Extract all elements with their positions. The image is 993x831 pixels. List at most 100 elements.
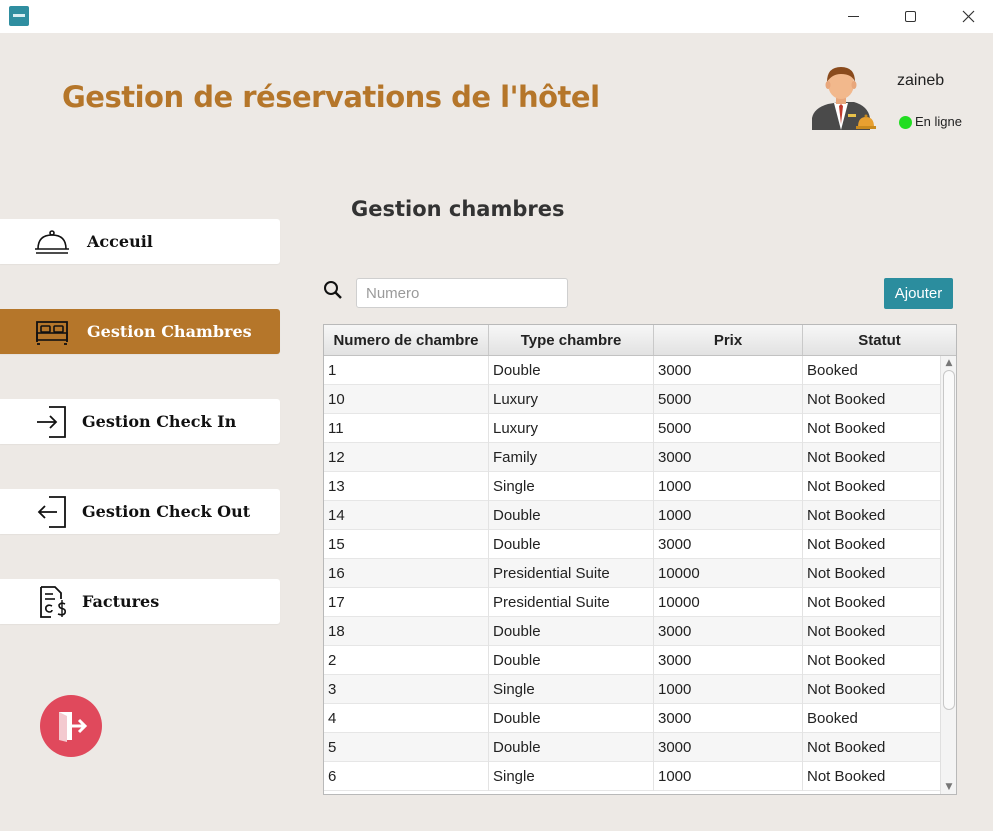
sidebar-item-gestion-check-out[interactable]: Gestion Check Out — [0, 489, 280, 534]
table-row[interactable]: 5 Double 3000 Not Booked — [324, 733, 940, 762]
window-titlebar — [0, 0, 993, 33]
cell-prix: 3000 — [654, 443, 803, 472]
table-row[interactable]: 17 Presidential Suite 10000 Not Booked — [324, 588, 940, 617]
cell-type: Family — [489, 443, 654, 472]
table-row[interactable]: 12 Family 3000 Not Booked — [324, 443, 940, 472]
logout-button[interactable] — [40, 695, 102, 757]
logout-door-icon — [59, 712, 88, 742]
service-bell-icon — [34, 225, 70, 259]
cell-type: Single — [489, 675, 654, 704]
cell-prix: 3000 — [654, 530, 803, 559]
cell-type: Double — [489, 356, 654, 385]
sidebar-item-gestion-check-in[interactable]: Gestion Check In — [0, 399, 280, 444]
cell-numero: 4 — [324, 704, 489, 733]
cell-statut: Not Booked — [807, 449, 886, 466]
table-row[interactable]: 14 Double 1000 Not Booked — [324, 501, 940, 530]
table-body: 1 Double 3000 Booked 10 Luxury 5000 Not Booked 1… — [324, 356, 940, 791]
cell-statut: Not Booked — [807, 623, 886, 640]
sidebar-item-label: Gestion Chambres — [87, 322, 252, 341]
cell-statut: Not Booked — [807, 507, 886, 524]
cell-numero: 2 — [324, 646, 489, 675]
close-button[interactable] — [945, 0, 991, 33]
cell-prix: 3000 — [654, 733, 803, 762]
cell-type: Double — [489, 646, 654, 675]
cell-statut: Not Booked — [807, 652, 886, 669]
cell-prix: 3000 — [654, 704, 803, 733]
cell-numero: 6 — [324, 762, 489, 791]
add-room-button[interactable]: Ajouter — [884, 278, 953, 309]
app-title: Gestion de réservations de l'hôtel — [62, 80, 600, 114]
table-row[interactable]: 10 Luxury 5000 Not Booked — [324, 385, 940, 414]
cell-type: Luxury — [489, 414, 654, 443]
table-row[interactable]: 16 Presidential Suite 10000 Not Booked — [324, 559, 940, 588]
receptionist-avatar — [812, 67, 876, 130]
cell-statut: Not Booked — [807, 478, 886, 495]
check-in-icon — [34, 405, 70, 439]
cell-type: Single — [489, 472, 654, 501]
sidebar-item-gestion-chambres[interactable]: Gestion Chambres — [0, 309, 280, 354]
cell-numero: 13 — [324, 472, 489, 501]
table-row[interactable]: 11 Luxury 5000 Not Booked — [324, 414, 940, 443]
table-row[interactable]: 4 Double 3000 Booked — [324, 704, 940, 733]
minimize-icon — [847, 16, 859, 17]
cell-type: Double — [489, 617, 654, 646]
table-row[interactable]: 6 Single 1000 Not Booked — [324, 762, 940, 791]
rooms-table: Numero de chambre Type chambre Prix Stat… — [323, 324, 957, 795]
cell-type: Double — [489, 704, 654, 733]
cell-type: Double — [489, 733, 654, 762]
sidebar-item-factures[interactable]: Factures — [0, 579, 280, 624]
column-header-statut[interactable]: Statut — [803, 325, 956, 355]
table-row[interactable]: 2 Double 3000 Not Booked — [324, 646, 940, 675]
table-row[interactable]: 3 Single 1000 Not Booked — [324, 675, 940, 704]
cell-statut: Booked — [807, 710, 858, 727]
cell-prix: 10000 — [654, 588, 803, 617]
cell-prix: 1000 — [654, 675, 803, 704]
cell-numero: 18 — [324, 617, 489, 646]
cell-prix: 3000 — [654, 356, 803, 385]
table-row[interactable]: 18 Double 3000 Not Booked — [324, 617, 940, 646]
cell-numero: 12 — [324, 443, 489, 472]
cell-prix: 3000 — [654, 646, 803, 675]
sidebar-item-label: Acceuil — [87, 232, 153, 251]
cell-statut: Not Booked — [807, 536, 886, 553]
sidebar-item-acceuil[interactable]: Acceuil — [0, 219, 280, 264]
vertical-scrollbar[interactable]: ▲ ▼ — [940, 356, 956, 794]
cell-type: Double — [489, 530, 654, 559]
scroll-up-icon[interactable]: ▲ — [941, 356, 956, 370]
bed-icon — [34, 315, 70, 349]
cell-prix: 1000 — [654, 472, 803, 501]
cell-prix: 5000 — [654, 385, 803, 414]
table-row[interactable]: 13 Single 1000 Not Booked — [324, 472, 940, 501]
cell-numero: 1 — [324, 356, 489, 385]
cell-prix: 3000 — [654, 617, 803, 646]
cell-statut: Not Booked — [807, 768, 886, 785]
cell-numero: 17 — [324, 588, 489, 617]
column-header-numero[interactable]: Numero de chambre — [324, 325, 489, 355]
table-row[interactable]: 15 Double 3000 Not Booked — [324, 530, 940, 559]
hotel-app-icon — [9, 6, 29, 26]
close-icon — [962, 10, 974, 23]
maximize-icon — [904, 11, 916, 22]
table-row[interactable]: 1 Double 3000 Booked — [324, 356, 940, 385]
cell-prix: 10000 — [654, 559, 803, 588]
maximize-button[interactable] — [887, 0, 933, 33]
cell-numero: 16 — [324, 559, 489, 588]
cell-numero: 15 — [324, 530, 489, 559]
column-header-type[interactable]: Type chambre — [489, 325, 654, 355]
cell-numero: 10 — [324, 385, 489, 414]
column-header-prix[interactable]: Prix — [654, 325, 803, 355]
search-input[interactable] — [356, 278, 568, 308]
cell-numero: 5 — [324, 733, 489, 762]
cell-type: Presidential Suite — [489, 588, 654, 617]
cell-type: Double — [489, 501, 654, 530]
online-status-icon — [899, 116, 912, 129]
cell-prix: 1000 — [654, 501, 803, 530]
cell-numero: 14 — [324, 501, 489, 530]
minimize-button[interactable] — [830, 0, 876, 33]
cell-prix: 1000 — [654, 762, 803, 791]
cell-statut: Not Booked — [807, 594, 886, 611]
scroll-down-icon[interactable]: ▼ — [941, 780, 956, 794]
scrollbar-thumb[interactable] — [943, 370, 955, 710]
cell-statut: Not Booked — [807, 565, 886, 582]
cell-numero: 11 — [324, 414, 489, 443]
